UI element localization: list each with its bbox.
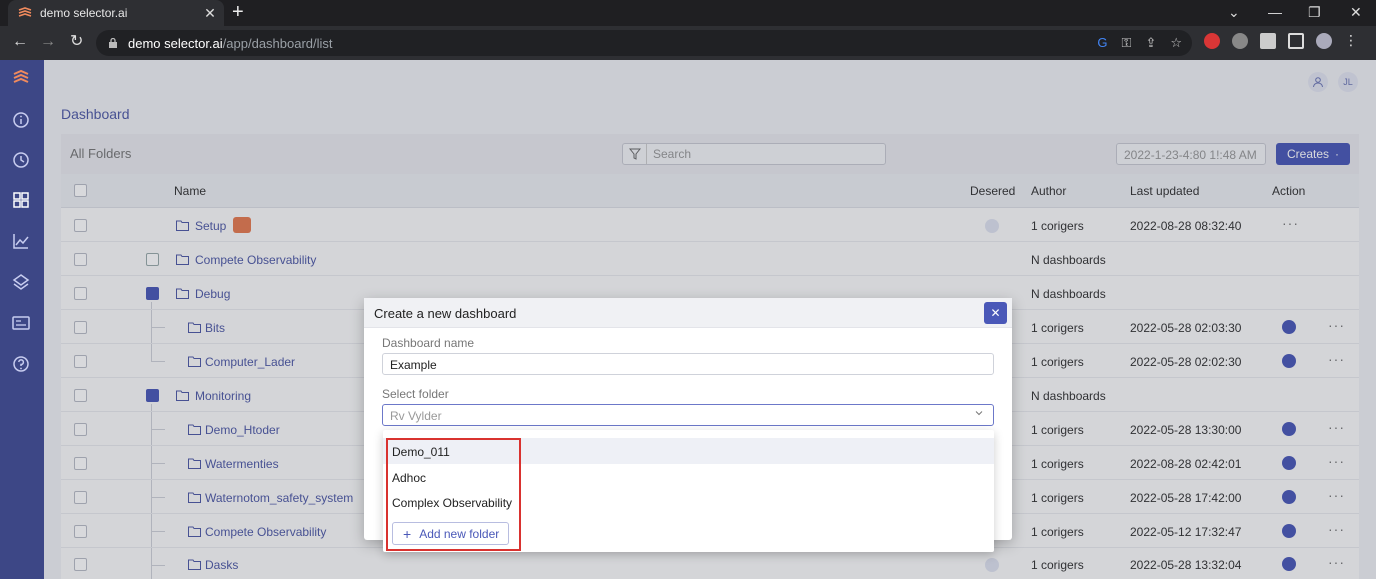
- star-icon[interactable]: ☆: [1170, 35, 1182, 51]
- key-icon[interactable]: ⚿: [1122, 35, 1132, 51]
- back-icon[interactable]: ←: [12, 34, 28, 50]
- puzzle-icon[interactable]: [1260, 32, 1276, 49]
- share-icon[interactable]: ⇪: [1145, 35, 1156, 51]
- dashboard-icon[interactable]: [11, 190, 31, 210]
- cloud-extension-icon[interactable]: [1232, 32, 1248, 49]
- new-tab-button[interactable]: +: [232, 2, 244, 22]
- modal-title: Create a new dashboard: [374, 306, 517, 321]
- id-card-icon[interactable]: [11, 313, 31, 333]
- layers-icon[interactable]: [11, 272, 31, 292]
- reload-icon[interactable]: ↻: [70, 34, 83, 50]
- tab-title: demo selector.ai: [40, 6, 128, 20]
- url-input[interactable]: demo selector.ai/app/dashboard/list G ⚿ …: [96, 30, 1192, 56]
- close-icon[interactable]: ✕: [984, 302, 1007, 324]
- selector-logo-icon[interactable]: [11, 68, 31, 88]
- minimize-button[interactable]: —: [1268, 4, 1282, 20]
- folder-select[interactable]: Rv Vylder: [382, 404, 994, 426]
- select-folder-label: Select folder: [382, 387, 449, 401]
- chart-icon[interactable]: [11, 231, 31, 251]
- extension-icon[interactable]: [1204, 32, 1220, 49]
- close-window-button[interactable]: ✕: [1350, 4, 1362, 21]
- url-path: /app/dashboard/list: [222, 35, 333, 51]
- forward-icon[interactable]: →: [40, 34, 56, 50]
- address-bar-row: ← → ↻ demo selector.ai/app/dashboard/lis…: [0, 26, 1376, 60]
- browser-tab-bar: demo selector.ai ✕ + ⌄ — ❐ ✕: [0, 0, 1376, 26]
- dashboard-name-input[interactable]: Example: [382, 353, 994, 375]
- modal-header: Create a new dashboard ✕: [364, 298, 1012, 328]
- dashboard-name-label: Dashboard name: [382, 336, 475, 350]
- tab-close-icon[interactable]: ✕: [200, 5, 220, 22]
- lock-icon: [109, 38, 117, 48]
- help-icon[interactable]: [11, 354, 31, 374]
- tab-search-icon[interactable]: ⌄: [1228, 4, 1240, 21]
- folder-select-placeholder: Rv Vylder: [390, 409, 442, 423]
- info-icon[interactable]: [11, 110, 31, 130]
- chevron-down-icon: [975, 411, 983, 416]
- browser-tab[interactable]: demo selector.ai ✕: [8, 0, 224, 26]
- restore-button[interactable]: ❐: [1308, 4, 1321, 21]
- history-icon[interactable]: [11, 150, 31, 170]
- selector-logo-icon: [18, 7, 32, 17]
- google-icon[interactable]: G: [1097, 35, 1107, 51]
- app-sidebar: [0, 60, 44, 579]
- url-host: demo selector.ai: [128, 35, 223, 51]
- profile-avatar[interactable]: [1316, 32, 1332, 49]
- sidepanel-icon[interactable]: [1288, 32, 1304, 49]
- menu-icon[interactable]: ⋮: [1344, 32, 1358, 49]
- highlight-box: [386, 438, 521, 551]
